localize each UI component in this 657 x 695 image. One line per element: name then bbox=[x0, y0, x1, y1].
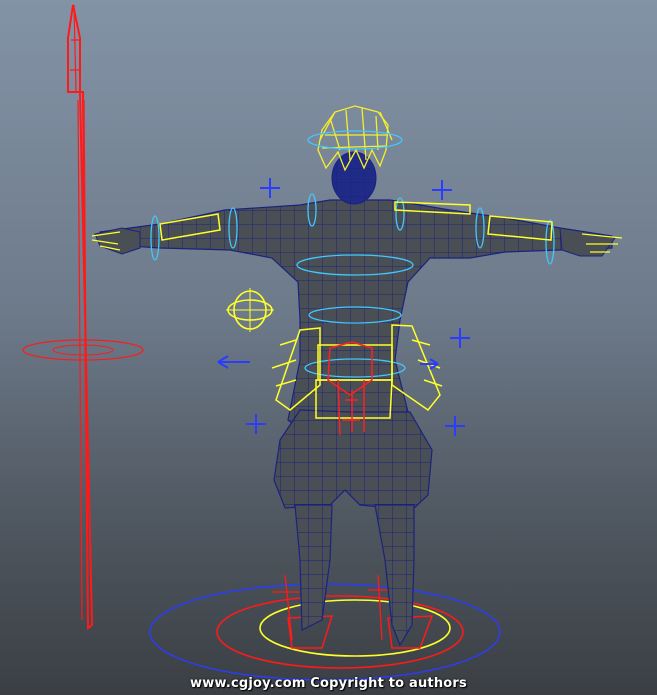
spear-ctrl-ring-outer bbox=[22, 339, 144, 361]
rigged-character-scene[interactable] bbox=[0, 0, 657, 695]
spear-ctrl-ring-inner bbox=[52, 344, 114, 356]
watermark: www.cgjoy.com Copyright to authors bbox=[190, 676, 467, 691]
four-arrow-locator-icon bbox=[260, 178, 280, 198]
four-arrow-locator-icon bbox=[246, 414, 266, 434]
orbit-control-icon[interactable] bbox=[226, 288, 274, 332]
weapon-spear[interactable] bbox=[22, 4, 144, 630]
four-arrow-locator-icon bbox=[445, 416, 465, 436]
maya-3d-viewport[interactable]: www.cgjoy.com Copyright to authors bbox=[0, 0, 657, 695]
four-arrow-locator-icon bbox=[432, 180, 452, 200]
character-mesh[interactable] bbox=[94, 151, 616, 647]
direction-arrow-icon bbox=[217, 355, 250, 369]
four-arrow-locator-icon bbox=[450, 328, 470, 348]
